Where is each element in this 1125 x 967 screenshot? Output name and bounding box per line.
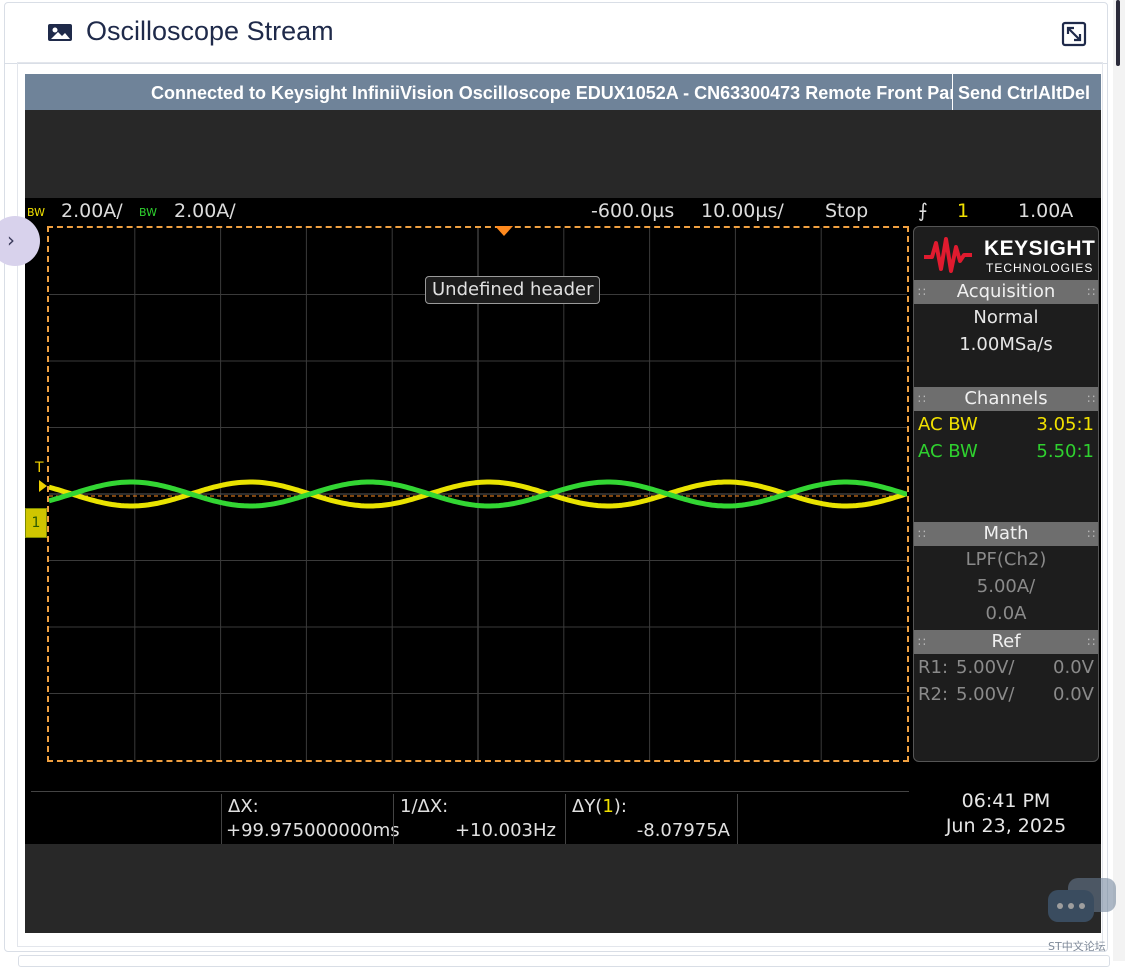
ch1-ground-marker[interactable]: 1 <box>25 508 47 538</box>
ref-2-label: R2: <box>918 684 949 705</box>
channel-2-coupling: AC BW <box>918 441 978 462</box>
inverse-delta-x-value: +10.003Hz <box>454 820 556 841</box>
ref-header[interactable]: ∷ Ref ∷ <box>914 630 1098 654</box>
page-scrollbar[interactable] <box>1113 0 1125 961</box>
chevron-right-icon: › <box>7 228 15 252</box>
ch2-bw-tag: BW <box>139 206 158 219</box>
trigger-edge-icon: ⨍ <box>918 200 928 222</box>
site-watermark: ST中文论坛 <box>1048 940 1106 953</box>
drag-handle-icon: ∷ <box>1087 285 1095 299</box>
ref-title: Ref <box>991 631 1021 652</box>
clock: 06:41 PM Jun 23, 2025 <box>913 790 1099 844</box>
keysight-logo: KEYSIGHT TECHNOLOGIES <box>920 233 1096 277</box>
delta-x-value: +99.975000000ms <box>226 820 400 841</box>
ref-1-label: R1: <box>918 657 949 678</box>
scope-screen[interactable]: BW 2.00A/ BW 2.00A/ -600.0µs 10.00µs/ St… <box>25 198 1101 844</box>
delta-x-label: ΔX: <box>228 796 259 817</box>
inverse-delta-x-measurement: 1/ΔX: +10.003Hz <box>393 794 564 844</box>
connection-bar: Connected to Keysight InfiniiVision Osci… <box>25 74 1101 110</box>
scrollbar-thumb[interactable] <box>1116 0 1120 66</box>
waveform-graticule[interactable]: Undefined header <box>47 226 909 762</box>
delta-x-measurement: ΔX: +99.975000000ms <box>221 794 400 844</box>
ch2-scale[interactable]: 2.00A/ <box>174 200 236 222</box>
inverse-delta-x-label: 1/ΔX: <box>400 796 449 817</box>
drag-handle-icon: ∷ <box>918 285 926 299</box>
info-side-panel: KEYSIGHT TECHNOLOGIES ∷ Acquisition ∷ No… <box>913 226 1099 762</box>
channels-header[interactable]: ∷ Channels ∷ <box>914 387 1098 411</box>
send-ctrl-alt-del-label: Send CtrlAltDel <box>958 83 1091 103</box>
remote-front-panel: Connected to Keysight InfiniiVision Osci… <box>25 74 1101 933</box>
card-header: Oscilloscope Stream <box>5 3 1107 64</box>
trigger-source[interactable]: 1 <box>957 200 969 222</box>
drag-handle-icon: ∷ <box>918 392 926 406</box>
run-state[interactable]: Stop <box>825 200 868 222</box>
acquisition-title: Acquisition <box>956 281 1056 302</box>
image-icon <box>48 24 72 41</box>
next-card-edge <box>18 955 1110 967</box>
header-tooltip: Undefined header <box>425 276 601 304</box>
trigger-level[interactable]: 1.00A <box>1018 200 1073 222</box>
ch1-ground-label: 1 <box>31 515 41 531</box>
channels-title: Channels <box>964 388 1048 409</box>
drag-handle-icon: ∷ <box>1087 635 1095 649</box>
drag-handle-icon: ∷ <box>918 635 926 649</box>
ch1-bw-tag: BW <box>27 206 46 219</box>
math-function: LPF(Ch2) <box>965 549 1047 570</box>
delta-y-measurement: ΔY(1): -8.07975A <box>565 794 738 844</box>
send-ctrl-alt-del-button[interactable]: Send CtrlAltDel <box>952 74 1101 110</box>
channel-1-coupling: AC BW <box>918 414 978 435</box>
expand-icon[interactable] <box>1061 21 1087 47</box>
channel-2-probe: 5.50:1 <box>1036 441 1094 462</box>
trigger-level-tag: T <box>35 460 44 476</box>
acquisition-mode: Normal <box>973 307 1039 328</box>
brand-name: KEYSIGHT <box>984 237 1096 260</box>
measurement-bar: ΔX: +99.975000000ms 1/ΔX: +10.003Hz ΔY(1… <box>25 764 909 844</box>
timebase[interactable]: 10.00µs/ <box>701 200 784 222</box>
connection-status: Connected to Keysight InfiniiVision Osci… <box>151 83 976 103</box>
card-title: Oscilloscope Stream <box>86 16 334 46</box>
left-marker-strip: T 1 <box>25 224 47 764</box>
math-scale: 5.00A/ <box>976 576 1036 597</box>
status-bar: BW 2.00A/ BW 2.00A/ -600.0µs 10.00µs/ St… <box>25 198 1101 224</box>
math-header[interactable]: ∷ Math ∷ <box>914 522 1098 546</box>
delta-y-value: -8.07975A <box>636 820 730 841</box>
chat-bubble-icon[interactable] <box>1046 876 1118 932</box>
delta-y-label: ΔY(1): <box>572 796 627 817</box>
trigger-position-marker-icon[interactable] <box>495 226 513 236</box>
drag-handle-icon: ∷ <box>1087 392 1095 406</box>
clock-time: 06:41 PM <box>961 790 1051 812</box>
measurement-end-divider <box>737 794 738 844</box>
math-title: Math <box>983 523 1029 544</box>
ch1-scale[interactable]: 2.00A/ <box>61 200 123 222</box>
acquisition-header[interactable]: ∷ Acquisition ∷ <box>914 280 1098 304</box>
math-offset: 0.0A <box>985 603 1027 624</box>
graticule-grid <box>49 228 907 760</box>
measurement-divider <box>31 791 909 792</box>
keysight-wave-icon <box>924 237 972 273</box>
ref-1-offset: 0.0V <box>1053 657 1094 678</box>
brand-subtitle: TECHNOLOGIES <box>986 261 1094 275</box>
ref-2-scale: 5.00V/ <box>956 684 1015 705</box>
horizontal-delay[interactable]: -600.0µs <box>591 200 674 222</box>
channel-1-probe: 3.05:1 <box>1036 414 1094 435</box>
ref-1-scale: 5.00V/ <box>956 657 1015 678</box>
acquisition-rate: 1.00MSa/s <box>959 334 1053 355</box>
ref-2-offset: 0.0V <box>1053 684 1094 705</box>
clock-date: Jun 23, 2025 <box>945 815 1067 837</box>
drag-handle-icon: ∷ <box>1087 527 1095 541</box>
drag-handle-icon: ∷ <box>918 527 926 541</box>
trigger-level-arrow-icon <box>39 480 47 492</box>
